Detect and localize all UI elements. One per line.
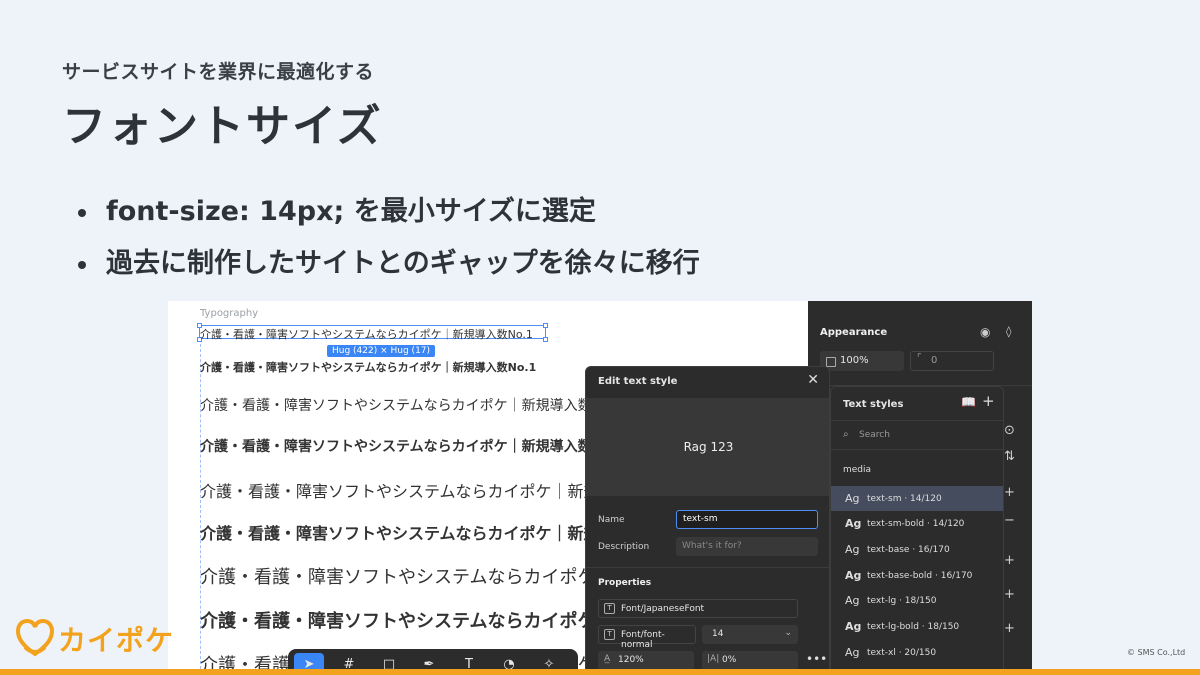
font-size-field[interactable]: 14 ⌄: [702, 625, 798, 644]
description-input[interactable]: What's it for?: [676, 537, 818, 556]
close-icon[interactable]: ✕: [807, 372, 819, 388]
selection-handle[interactable]: [543, 337, 548, 342]
selection-handle[interactable]: [543, 323, 548, 328]
style-name: text-base · 16/170: [867, 545, 950, 555]
name-label: Name: [598, 515, 625, 525]
style-name: text-lg-bold · 18/150: [867, 622, 960, 632]
logo-text: カイポケ: [58, 624, 175, 657]
styles-divider: [831, 420, 1003, 421]
style-item-text-lg[interactable]: Ag text-lg · 18/150: [831, 588, 1003, 613]
style-preview: Rag 123: [586, 398, 829, 496]
sample-text-base[interactable]: 介護・看護・障害ソフトやシステムならカイポケ｜新規導入数No.1: [200, 395, 624, 415]
sample-text-sm-bold[interactable]: 介護・看護・障害ソフトやシステムならカイポケ｜新規導入数No.1: [200, 359, 536, 375]
more-icon[interactable]: •••: [806, 652, 827, 666]
ag-preview: Ag: [845, 594, 860, 607]
font-family-field[interactable]: T Font/JapaneseFont: [598, 599, 798, 618]
line-height-field[interactable]: A̲ 120%: [598, 651, 694, 670]
ag-preview: Ag: [845, 646, 860, 659]
design-tool-screenshot: Typography 介護・看護・障害ソフトやシステムならカイポケ｜新規導入数N…: [168, 301, 1032, 675]
line-height-icon: A̲: [604, 654, 611, 664]
ag-preview: Ag: [845, 543, 860, 556]
ag-preview: Ag: [845, 517, 862, 530]
properties-heading: Properties: [598, 578, 652, 588]
frame-label[interactable]: Typography: [200, 308, 258, 319]
add-icon[interactable]: +: [1004, 587, 1015, 602]
text-variable-icon: T: [604, 603, 615, 614]
style-name: text-xl · 20/150: [867, 648, 937, 658]
styles-divider: [831, 449, 1003, 450]
font-size-value: 14: [712, 629, 724, 639]
search-icon: ⌕: [843, 429, 849, 440]
sample-text-sm[interactable]: 介護・看護・障害ソフトやシステムならカイポケ｜新規導入数No.1: [200, 326, 533, 342]
ag-preview: Ag: [845, 620, 862, 633]
brand-logo: カイポケ: [16, 618, 174, 660]
style-name: text-sm-bold · 14/120: [867, 519, 965, 529]
style-item-text-xl[interactable]: Ag text-xl · 20/150: [831, 640, 1003, 665]
drop-icon[interactable]: ◊: [1006, 325, 1011, 338]
book-icon[interactable]: 📖: [961, 395, 976, 409]
add-icon[interactable]: +: [1004, 621, 1015, 636]
corner-radius-field[interactable]: 0: [910, 351, 994, 371]
letter-spacing-field[interactable]: |A| 0%: [702, 651, 798, 670]
copyright: © SMS Co.,Ltd: [1127, 648, 1186, 657]
add-icon[interactable]: +: [1004, 485, 1015, 500]
text-variable-icon: T: [604, 629, 615, 640]
modal-divider: [586, 567, 829, 568]
style-item-text-lg-bold[interactable]: Ag text-lg-bold · 18/150: [831, 614, 1003, 639]
description-label: Description: [598, 542, 650, 552]
add-icon[interactable]: +: [1004, 553, 1015, 568]
appearance-heading: Appearance: [820, 327, 888, 338]
remove-icon[interactable]: −: [1004, 513, 1015, 528]
modal-title: Edit text style: [598, 376, 678, 387]
slide-eyebrow: サービスサイトを業界に最適化する: [62, 61, 375, 83]
target-icon[interactable]: ⊙: [1004, 423, 1015, 438]
hug-size-badge: Hug (422) × Hug (17): [327, 345, 436, 357]
eye-icon[interactable]: ◉: [980, 325, 990, 339]
brand-bottom-bar: [0, 669, 1200, 675]
letter-spacing-value: 0%: [722, 655, 737, 665]
edit-text-style-modal: Edit text style ✕ Rag 123 Name text-sm D…: [585, 366, 830, 675]
style-name: text-lg · 18/150: [867, 596, 937, 606]
font-weight-value: Font/font-normal: [621, 630, 665, 650]
style-group-label: media: [843, 465, 872, 475]
plus-icon[interactable]: +: [982, 392, 995, 410]
ag-preview: Ag: [845, 569, 862, 582]
letter-spacing-icon: |A|: [707, 654, 720, 664]
name-input[interactable]: text-sm: [676, 510, 818, 529]
text-styles-title: Text styles: [843, 399, 904, 410]
opacity-field[interactable]: 100%: [820, 351, 904, 371]
font-family-value: Font/JapaneseFont: [621, 604, 705, 614]
bullet-item: 過去に制作したサイトとのギャップを徐々に移行: [78, 244, 700, 296]
heart-logo-icon: [16, 618, 54, 657]
font-weight-field[interactable]: T Font/font-normal: [598, 625, 696, 650]
sample-text-base-bold[interactable]: 介護・看護・障害ソフトやシステムならカイポケ｜新規導入数No.1: [200, 436, 628, 456]
ag-preview: Ag: [845, 492, 860, 505]
bullet-list: font-size: 14px; を最小サイズに選定 過去に制作したサイトとのギ…: [78, 192, 700, 296]
sliders-icon[interactable]: ⇅: [1004, 449, 1015, 464]
style-name: text-sm · 14/120: [867, 494, 942, 504]
search-input[interactable]: Search: [859, 430, 890, 440]
style-name: text-base-bold · 16/170: [867, 571, 973, 581]
style-item-text-base[interactable]: Ag text-base · 16/170: [831, 537, 1003, 562]
slide-title: フォントサイズ: [62, 101, 383, 152]
bullet-item: font-size: 14px; を最小サイズに選定: [78, 192, 700, 244]
style-item-text-sm[interactable]: Ag text-sm · 14/120: [831, 486, 1003, 511]
style-item-text-sm-bold[interactable]: Ag text-sm-bold · 14/120: [831, 511, 1003, 536]
text-styles-panel: Text styles 📖 + ⌕ Search media Ag text-s…: [830, 386, 1004, 675]
chevron-down-icon[interactable]: ⌄: [784, 628, 792, 638]
style-item-text-base-bold[interactable]: Ag text-base-bold · 16/170: [831, 563, 1003, 588]
line-height-value: 120%: [618, 655, 644, 665]
